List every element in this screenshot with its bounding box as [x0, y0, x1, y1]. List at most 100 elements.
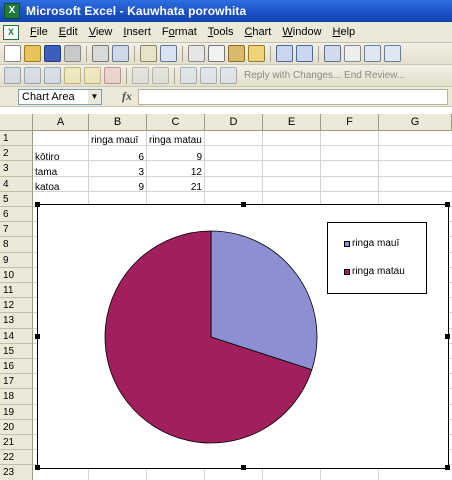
menu-format[interactable]: Format	[162, 26, 197, 38]
row-header[interactable]: 10	[0, 267, 33, 283]
menu-help[interactable]: Help	[333, 26, 356, 38]
cell-b3[interactable]: 3	[89, 167, 147, 178]
chart-legend[interactable]: ringa mauī ringa matau	[327, 222, 427, 294]
research-icon[interactable]	[160, 45, 177, 62]
cut-icon[interactable]	[188, 45, 205, 62]
row-header[interactable]: 22	[0, 450, 33, 466]
comment-icon[interactable]	[4, 67, 21, 84]
column-header-b[interactable]: B	[89, 114, 147, 131]
function-icon[interactable]: fx	[122, 89, 132, 104]
cell-c3[interactable]: 12	[147, 167, 205, 178]
cell-c1[interactable]: ringa matau	[147, 135, 205, 146]
row-header[interactable]: 19	[0, 404, 33, 420]
menu-insert[interactable]: Insert	[123, 26, 151, 38]
name-box[interactable]: Chart Area ▼	[18, 88, 102, 105]
show-comment-icon[interactable]	[64, 67, 81, 84]
hyperlink-icon[interactable]	[324, 45, 341, 62]
row-header[interactable]: 17	[0, 374, 33, 390]
menu-tools[interactable]: Tools	[208, 26, 234, 38]
print-preview-icon[interactable]	[112, 45, 129, 62]
copy-icon[interactable]	[208, 45, 225, 62]
autosum-icon[interactable]	[344, 45, 361, 62]
redo-icon[interactable]	[296, 45, 313, 62]
row-header[interactable]: 7	[0, 222, 33, 238]
column-header-e[interactable]: E	[263, 114, 321, 131]
cell-c4[interactable]: 21	[147, 182, 205, 193]
sort-ascending-icon[interactable]	[364, 45, 381, 62]
legend-item: ringa matau	[344, 266, 405, 277]
resize-handle[interactable]	[241, 202, 246, 207]
row-header[interactable]: 16	[0, 359, 33, 375]
cell-b1[interactable]: ringa mauī	[89, 135, 147, 146]
column-header-g[interactable]: G	[379, 114, 452, 131]
workbook-icon[interactable]: X	[3, 24, 19, 40]
column-header-a[interactable]: A	[33, 114, 89, 131]
menu-edit[interactable]: Edit	[59, 26, 78, 38]
save-icon[interactable]	[44, 45, 61, 62]
permission-icon[interactable]	[64, 45, 81, 62]
protect-icon[interactable]	[220, 67, 237, 84]
resize-handle[interactable]	[241, 465, 246, 470]
menu-window[interactable]: Window	[282, 26, 321, 38]
chart-area[interactable]: ringa mauī ringa matau	[35, 202, 450, 470]
row-header[interactable]: 15	[0, 343, 33, 359]
row-header[interactable]: 20	[0, 419, 33, 435]
print-icon[interactable]	[92, 45, 109, 62]
delete-comment-icon[interactable]	[104, 67, 121, 84]
highlight-changes-icon[interactable]	[200, 67, 217, 84]
ink-annotation-icon[interactable]	[132, 67, 149, 84]
resize-handle[interactable]	[445, 334, 450, 339]
row-header[interactable]: 12	[0, 298, 33, 314]
legend-item: ringa mauī	[344, 238, 399, 249]
select-all-corner[interactable]	[0, 114, 33, 131]
menu-view[interactable]: View	[89, 26, 113, 38]
paste-icon[interactable]	[228, 45, 245, 62]
resize-handle[interactable]	[35, 465, 40, 470]
format-painter-icon[interactable]	[248, 45, 265, 62]
column-header-c[interactable]: C	[147, 114, 205, 131]
row-header[interactable]: 4	[0, 176, 33, 192]
menu-file[interactable]: File	[30, 26, 48, 38]
row-header[interactable]: 5	[0, 191, 33, 207]
cell-b2[interactable]: 6	[89, 152, 147, 163]
row-header[interactable]: 6	[0, 207, 33, 223]
cell-a2[interactable]: kōtiro	[33, 152, 89, 163]
row-header[interactable]: 18	[0, 389, 33, 405]
column-header-f[interactable]: F	[321, 114, 379, 131]
cell-a4[interactable]: katoa	[33, 182, 89, 193]
cell-c2[interactable]: 9	[147, 152, 205, 163]
row-header[interactable]: 13	[0, 313, 33, 329]
resize-handle[interactable]	[445, 202, 450, 207]
new-icon[interactable]	[4, 45, 21, 62]
previous-comment-icon[interactable]	[24, 67, 41, 84]
spelling-icon[interactable]	[140, 45, 157, 62]
row-header[interactable]: 11	[0, 283, 33, 299]
row-header[interactable]: 2	[0, 146, 33, 162]
row-header[interactable]: 23	[0, 465, 33, 480]
resize-handle[interactable]	[35, 334, 40, 339]
row-header[interactable]: 9	[0, 252, 33, 268]
delete-ink-icon[interactable]	[152, 67, 169, 84]
cell-b4[interactable]: 9	[89, 182, 147, 193]
row-header[interactable]: 3	[0, 161, 33, 177]
undo-icon[interactable]	[276, 45, 293, 62]
resize-handle[interactable]	[445, 465, 450, 470]
resize-handle[interactable]	[35, 202, 40, 207]
row-header[interactable]: 8	[0, 237, 33, 253]
menu-chart[interactable]: Chart	[244, 26, 271, 38]
show-all-comments-icon[interactable]	[84, 67, 101, 84]
sort-descending-icon[interactable]	[384, 45, 401, 62]
row-header[interactable]: 21	[0, 435, 33, 451]
row-header[interactable]: 1	[0, 131, 33, 147]
reply-with-changes-label[interactable]: Reply with Changes... End Review...	[244, 70, 405, 81]
formula-input[interactable]	[138, 88, 448, 105]
cell-a3[interactable]: tama	[33, 167, 89, 178]
toolbar-separator	[318, 45, 319, 62]
column-header-d[interactable]: D	[205, 114, 263, 131]
excel-icon[interactable]: X	[4, 3, 20, 19]
track-changes-icon[interactable]	[180, 67, 197, 84]
row-header[interactable]: 14	[0, 328, 33, 344]
chevron-down-icon[interactable]: ▼	[88, 89, 101, 104]
next-comment-icon[interactable]	[44, 67, 61, 84]
open-icon[interactable]	[24, 45, 41, 62]
